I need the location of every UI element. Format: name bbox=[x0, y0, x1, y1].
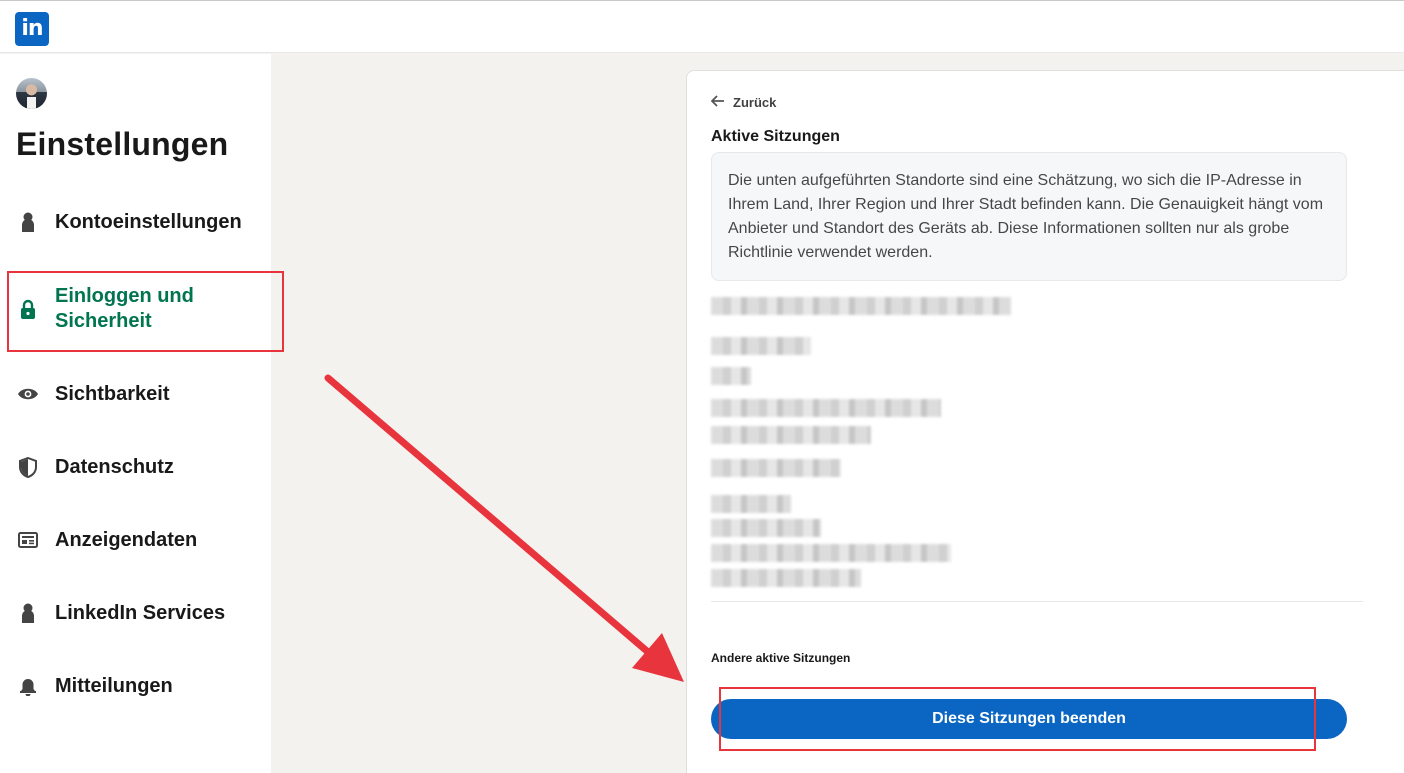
sidebar-item-anzeigendaten[interactable]: Anzeigendaten bbox=[0, 510, 271, 570]
sidebar-item-label: Datenschutz bbox=[55, 455, 174, 478]
sidebar-item-kontoeinstellungen[interactable]: Kontoeinstellungen bbox=[0, 192, 271, 252]
newspaper-icon bbox=[17, 529, 39, 551]
active-sessions-panel: Zurück Aktive Sitzungen Die unten aufgef… bbox=[686, 70, 1404, 773]
annotation-highlight-security bbox=[7, 271, 284, 352]
sidebar-item-label: Mitteilungen bbox=[55, 674, 173, 697]
divider bbox=[711, 601, 1363, 602]
sidebar-item-label: Kontoeinstellungen bbox=[55, 210, 242, 233]
person-icon bbox=[17, 211, 39, 233]
redacted-text bbox=[711, 495, 791, 513]
sidebar-item-datenschutz[interactable]: Datenschutz bbox=[0, 437, 271, 497]
section-title: Aktive Sitzungen bbox=[711, 128, 840, 145]
redacted-text bbox=[711, 459, 841, 477]
redacted-text bbox=[711, 337, 811, 355]
back-label: Zurück bbox=[733, 95, 777, 110]
top-bar: in bbox=[0, 0, 1404, 53]
sidebar-item-linkedin-services[interactable]: LinkedIn Services bbox=[0, 583, 271, 643]
redacted-text bbox=[711, 569, 861, 587]
back-link[interactable]: Zurück bbox=[710, 95, 777, 110]
sidebar-item-label: Anzeigendaten bbox=[55, 528, 198, 551]
redacted-text bbox=[711, 367, 751, 385]
sidebar-item-label: Sichtbarkeit bbox=[55, 382, 170, 405]
sidebar-item-mitteilungen[interactable]: Mitteilungen bbox=[0, 656, 271, 716]
bell-icon bbox=[17, 675, 39, 697]
location-info-box: Die unten aufgeführten Standorte sind ei… bbox=[711, 152, 1347, 281]
person-icon bbox=[17, 602, 39, 624]
eye-icon bbox=[17, 383, 39, 405]
arrow-left-icon bbox=[710, 95, 725, 110]
sidebar-item-sichtbarkeit[interactable]: Sichtbarkeit bbox=[0, 364, 271, 424]
redacted-text bbox=[711, 399, 941, 417]
redacted-text bbox=[711, 544, 951, 562]
shield-icon bbox=[17, 456, 39, 478]
avatar[interactable] bbox=[16, 78, 47, 109]
linkedin-logo[interactable]: in bbox=[15, 12, 49, 46]
redacted-text bbox=[711, 297, 1011, 315]
sidebar-item-label: LinkedIn Services bbox=[55, 601, 226, 624]
other-sessions-title: Andere aktive Sitzungen bbox=[711, 651, 851, 665]
redacted-text bbox=[711, 519, 821, 537]
page-title: Einstellungen bbox=[16, 126, 229, 162]
settings-sidebar: Einstellungen Kontoeinstellungen Einlogg… bbox=[0, 54, 271, 773]
annotation-highlight-button bbox=[719, 687, 1316, 751]
redacted-text bbox=[711, 426, 871, 444]
